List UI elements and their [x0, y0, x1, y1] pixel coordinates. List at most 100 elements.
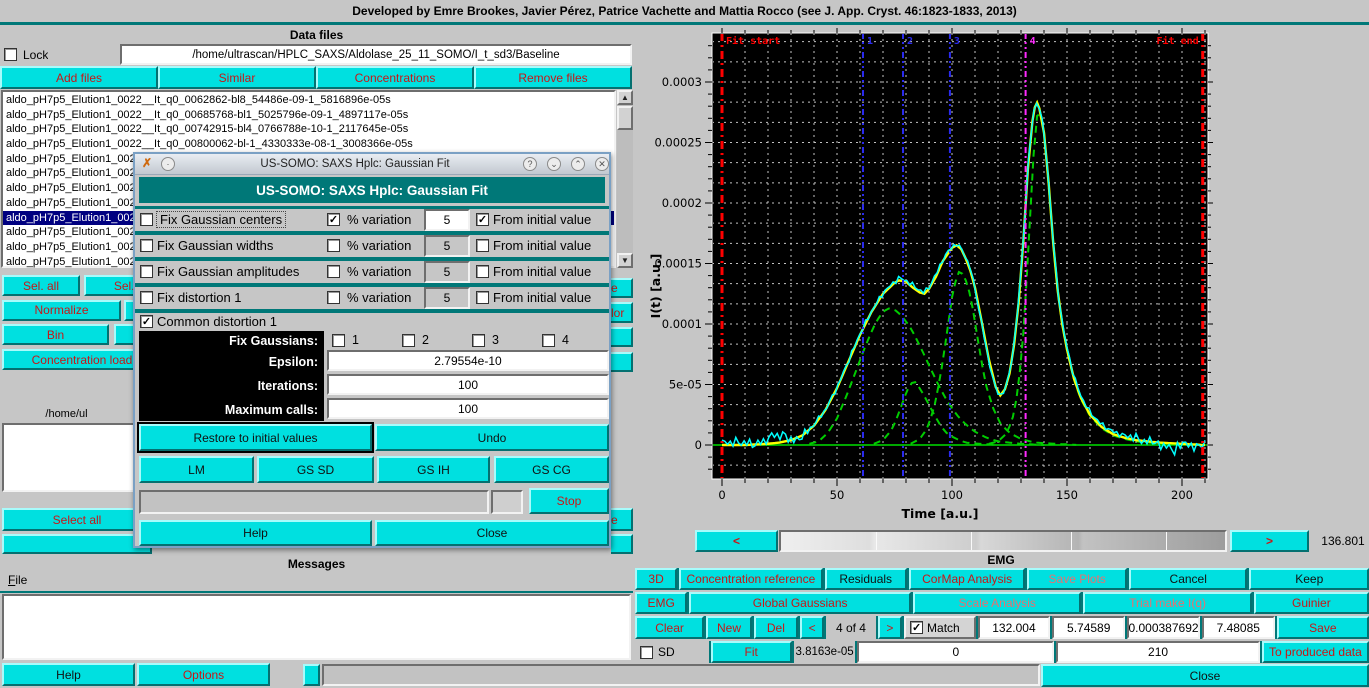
stop-button[interactable]: Stop	[529, 488, 609, 514]
clipped-button-fragment[interactable]	[611, 534, 633, 554]
fix-checkbox[interactable]	[140, 213, 153, 226]
variation-value-field[interactable]: 5	[424, 235, 470, 257]
clipped-button-fragment[interactable]: lor	[611, 302, 633, 323]
file-menu[interactable]: File	[8, 573, 48, 588]
save-plots-button[interactable]: Save Plots	[1027, 568, 1126, 590]
fix-gaussian-4-checkbox[interactable]	[542, 334, 555, 347]
file-list-item[interactable]: aldo_pH7p5_Elution1_0022__It_q0_0062862-…	[3, 93, 614, 108]
toolbar-remove-files-button[interactable]: Remove files	[474, 66, 632, 89]
file-list-item[interactable]: aldo_pH7p5_Elution1_0022__It_q0_00742915…	[3, 122, 614, 137]
dialog-help-button[interactable]: Help	[139, 520, 372, 546]
undo-button[interactable]: Undo	[375, 424, 609, 451]
from-initial-checkbox[interactable]	[476, 265, 489, 278]
action-Bin-button[interactable]: Bin	[2, 324, 109, 345]
from-initial-checkbox[interactable]	[476, 291, 489, 304]
algorithm-gs-ih-button[interactable]: GS IH	[377, 456, 490, 483]
to-produced-data-button[interactable]: To produced data	[1262, 641, 1369, 663]
gaussian-amplitude-field[interactable]: 0.000387692	[1127, 616, 1200, 639]
sd-checkbox[interactable]	[640, 646, 653, 659]
save-gaussians-button[interactable]: Save	[1277, 616, 1369, 639]
cancel-button[interactable]: Cancel	[1129, 568, 1248, 590]
action-Normalize-button[interactable]: Normalize	[2, 300, 121, 321]
fit-button[interactable]: Fit	[711, 641, 792, 663]
fix-checkbox[interactable]	[140, 239, 153, 252]
window-menu-icon[interactable]: ·	[161, 157, 175, 171]
clipped-button-fragment[interactable]: e	[611, 508, 633, 531]
clipped-button-fragment[interactable]	[611, 327, 633, 347]
concentration-reference-button[interactable]: Concentration reference	[679, 568, 822, 590]
variation-checkbox[interactable]: ✓	[327, 213, 340, 226]
algorithm-gs-sd-button[interactable]: GS SD	[257, 456, 374, 483]
toolbar-add-files-button[interactable]: Add files	[0, 66, 158, 89]
clipped-button-fragment[interactable]: e	[611, 278, 633, 298]
lock-checkbox[interactable]	[4, 48, 17, 61]
messages-box[interactable]	[2, 594, 631, 660]
toolbar-concentrations-button[interactable]: Concentrations	[316, 66, 474, 89]
3d-button[interactable]: 3D	[635, 568, 677, 590]
algorithm-gs-cg-button[interactable]: GS CG	[494, 456, 609, 483]
iterations-field[interactable]: 100	[327, 374, 609, 395]
fit-range-end-field[interactable]: 210	[1056, 641, 1260, 663]
variation-value-field[interactable]: 5	[424, 287, 470, 309]
common-distortion-checkbox[interactable]: ✓	[140, 315, 153, 328]
previous-gaussian-button[interactable]: <	[800, 616, 824, 639]
variation-value-field[interactable]: 5	[424, 261, 470, 283]
guinier-button[interactable]: Guinier	[1254, 592, 1369, 614]
close-window-icon[interactable]: ✕	[595, 157, 609, 171]
epsilon-field[interactable]: 2.79554e-10	[327, 350, 609, 371]
from-initial-checkbox[interactable]	[476, 239, 489, 252]
minimize-icon[interactable]: ⌄	[547, 157, 561, 171]
fit-range-start-field[interactable]: 0	[857, 641, 1054, 663]
partial-button[interactable]	[2, 534, 152, 554]
variation-checkbox[interactable]	[327, 291, 340, 304]
trial-make-i-q--button[interactable]: Trial make I(q)	[1083, 592, 1251, 614]
gaussian-center-field[interactable]: 132.004	[978, 616, 1051, 639]
emg-button[interactable]: EMG	[635, 592, 687, 614]
cormap-analysis-button[interactable]: CorMap Analysis	[909, 568, 1026, 590]
fix-checkbox[interactable]	[140, 265, 153, 278]
position-slider[interactable]	[779, 530, 1227, 552]
next-gaussian-button[interactable]: >	[878, 616, 902, 639]
plot-area[interactable]	[712, 33, 1208, 479]
variation-checkbox[interactable]	[327, 239, 340, 252]
help-button[interactable]: Help	[2, 663, 135, 686]
data-path-field[interactable]: /home/ultrascan/HPLC_SAXS/Aldolase_25_11…	[120, 44, 632, 65]
max-calls-field[interactable]: 100	[327, 398, 609, 419]
new-gaussian-button[interactable]: New	[706, 616, 752, 639]
dialog-title-bar[interactable]: ✗ · US-SOMO: SAXS Hplc: Gaussian Fit ? ⌄…	[135, 154, 609, 175]
delete-gaussian-button[interactable]: Del	[754, 616, 798, 639]
file-list-item[interactable]: aldo_pH7p5_Elution1_0022__It_q0_00800062…	[3, 137, 614, 152]
gaussian-distortion-field[interactable]: 7.48085	[1202, 616, 1275, 639]
global-gaussians-button[interactable]: Global Gaussians	[689, 592, 911, 614]
scroll-left-button[interactable]: <	[695, 530, 778, 552]
toolbar-similar-button[interactable]: Similar	[158, 66, 316, 89]
dialog-close-button[interactable]: Close	[375, 520, 609, 546]
fit-end-label: Fit end	[1157, 35, 1199, 47]
fix-gaussian-1-checkbox[interactable]	[332, 334, 345, 347]
select-all-button[interactable]: Select all	[2, 508, 152, 531]
file-list-item[interactable]: aldo_pH7p5_Elution1_0022__It_q0_00685768…	[3, 108, 614, 123]
gaussian-width-field[interactable]: 5.74589	[1052, 616, 1125, 639]
scale-analysis-button[interactable]: Scale Analysis	[913, 592, 1081, 614]
keep-button[interactable]: Keep	[1249, 568, 1369, 590]
close-button[interactable]: Close	[1041, 664, 1369, 687]
action-Sel. all-button[interactable]: Sel. all	[2, 275, 80, 296]
restore-button[interactable]: Restore to initial values	[139, 424, 372, 451]
match-checkbox[interactable]: ✓	[910, 621, 923, 634]
algorithm-lm-button[interactable]: LM	[139, 456, 254, 483]
residuals-button[interactable]: Residuals	[825, 568, 907, 590]
variation-value-field[interactable]: 5	[424, 209, 470, 231]
fix-gaussian-3-checkbox[interactable]	[472, 334, 485, 347]
scroll-right-button[interactable]: >	[1230, 530, 1309, 552]
gaussian-fit-dialog[interactable]: ✗ · US-SOMO: SAXS Hplc: Gaussian Fit ? ⌄…	[133, 152, 611, 548]
help-window-icon[interactable]: ?	[523, 157, 537, 171]
from-initial-checkbox[interactable]: ✓	[476, 213, 489, 226]
bottom-stub-button[interactable]	[303, 664, 320, 686]
variation-checkbox[interactable]	[327, 265, 340, 278]
clipped-button-fragment[interactable]	[611, 352, 633, 372]
maximize-icon[interactable]: ⌃	[571, 157, 585, 171]
fix-checkbox[interactable]	[140, 291, 153, 304]
options-button[interactable]: Options	[137, 663, 270, 686]
clear-gaussian-button[interactable]: Clear	[635, 616, 704, 639]
fix-gaussian-2-checkbox[interactable]	[402, 334, 415, 347]
